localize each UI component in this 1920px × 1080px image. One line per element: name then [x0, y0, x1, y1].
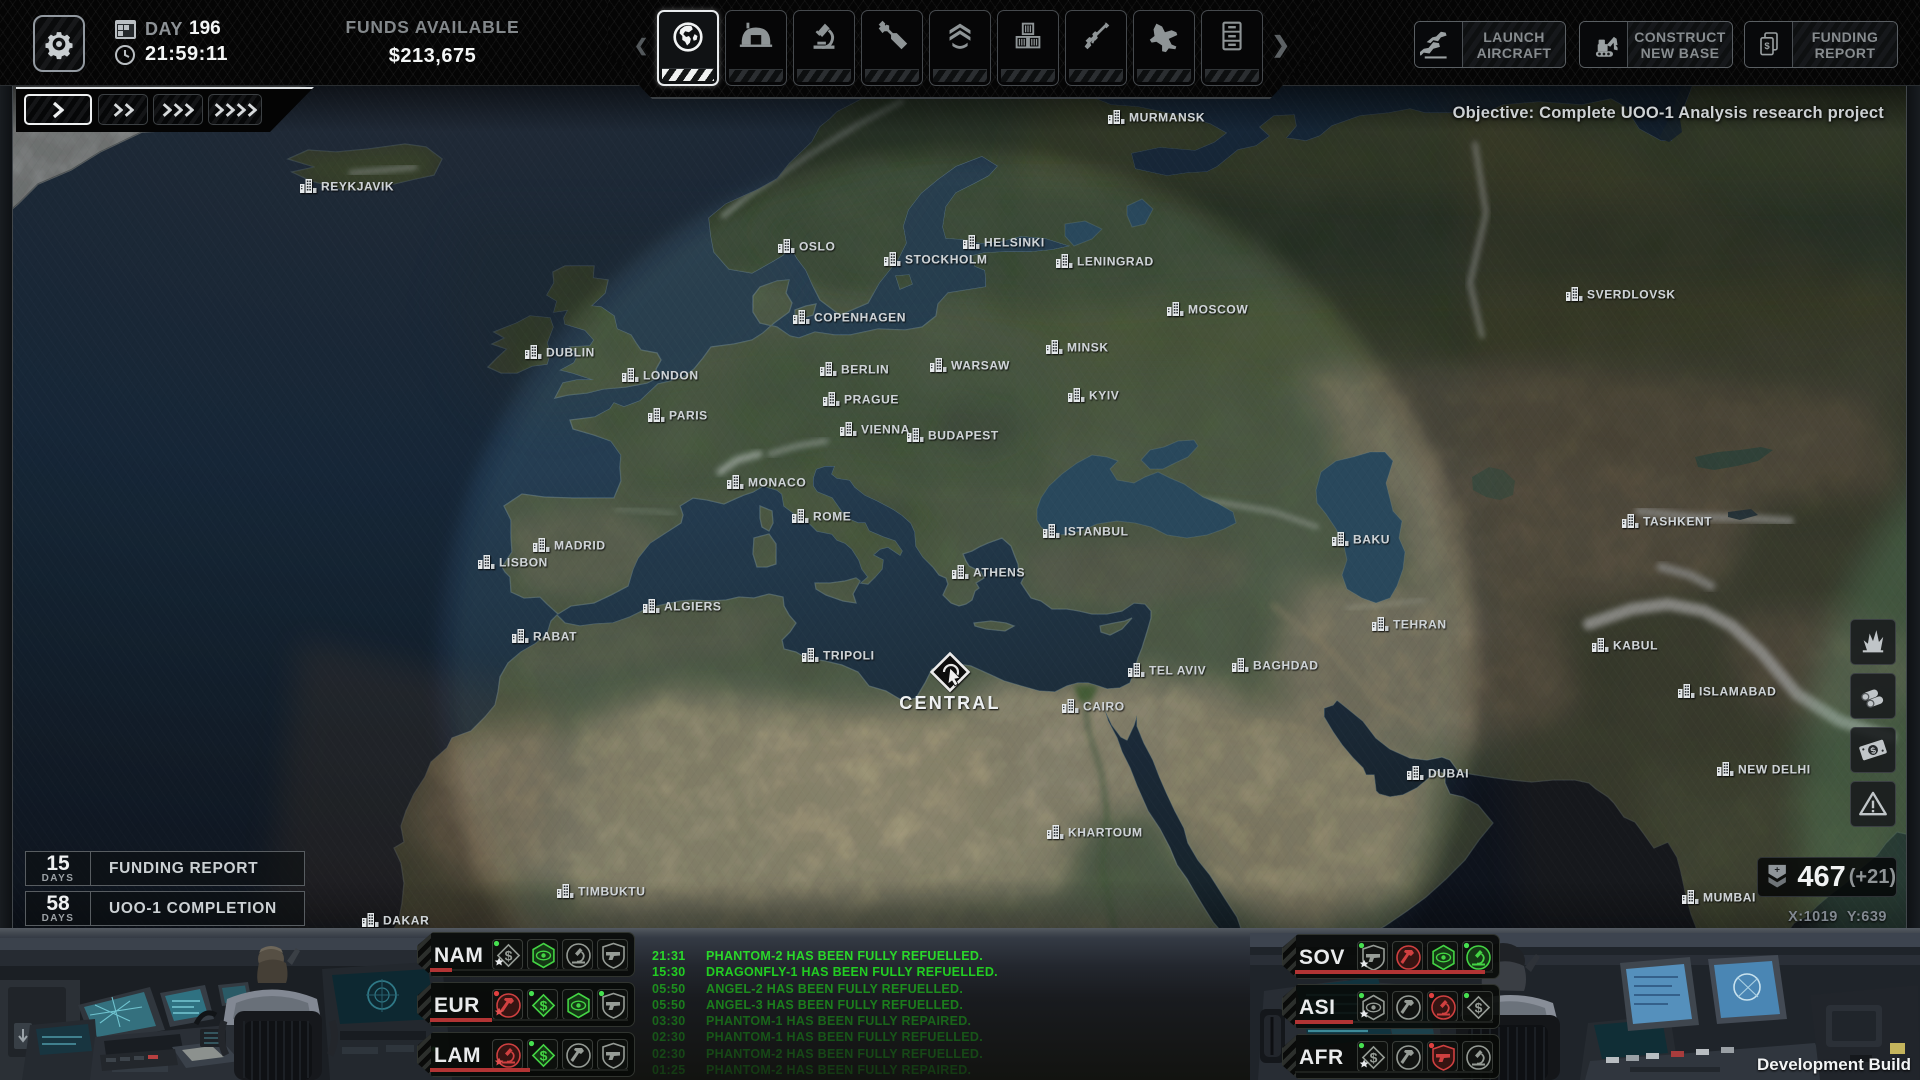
- svg-text:+: +: [1774, 865, 1780, 876]
- svg-text:$: $: [505, 948, 513, 964]
- svg-text:$: $: [540, 1048, 548, 1064]
- svg-text:$: $: [1475, 1000, 1483, 1016]
- svg-text:$: $: [1370, 1050, 1378, 1066]
- svg-text:$: $: [1764, 41, 1770, 52]
- svg-text:$: $: [540, 998, 548, 1014]
